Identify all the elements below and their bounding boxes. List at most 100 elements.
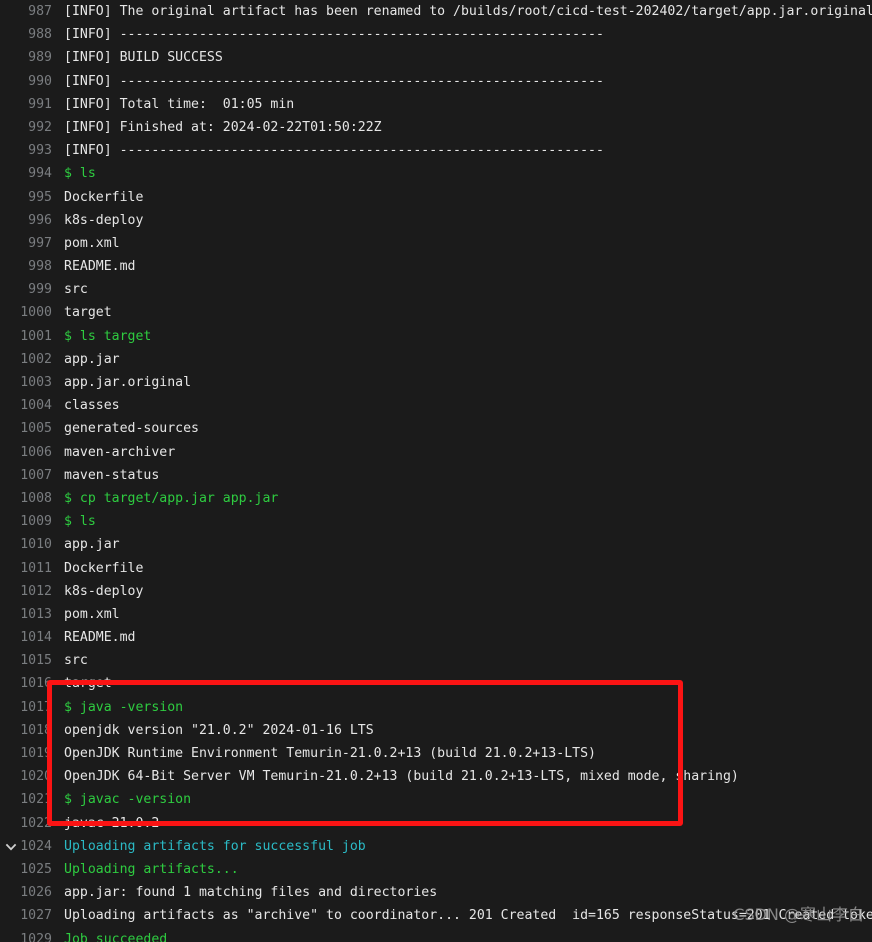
line-number: 1019 bbox=[20, 746, 52, 761]
log-line-text: $ java -version bbox=[64, 699, 184, 715]
line-number: 1022 bbox=[20, 815, 52, 831]
log-line-text: src bbox=[64, 653, 88, 669]
log-line-text: app.jar bbox=[64, 351, 120, 367]
line-number: 989 bbox=[28, 50, 52, 66]
line-number: 992 bbox=[28, 119, 52, 135]
log-line: 1011 Dockerfile bbox=[0, 557, 872, 580]
log-line: 1008 $ cp target/app.jar app.jar bbox=[0, 487, 872, 510]
log-line-text: src bbox=[64, 282, 88, 298]
log-line: 995 Dockerfile bbox=[0, 186, 872, 209]
line-number: 988 bbox=[28, 27, 52, 43]
log-line: 1025 Uploading artifacts... bbox=[0, 858, 872, 881]
line-number: 997 bbox=[28, 235, 52, 251]
line-number: 1009 bbox=[20, 514, 52, 530]
log-line: 1015 src bbox=[0, 649, 872, 672]
line-number: 1026 bbox=[20, 885, 52, 901]
line-number: 1012 bbox=[20, 583, 52, 599]
line-number: 1000 bbox=[20, 305, 52, 321]
log-line: 988 [INFO] ------------------------------… bbox=[0, 23, 872, 46]
log-line-text: $ cp target/app.jar app.jar bbox=[64, 490, 279, 506]
log-line-text: $ javac -version bbox=[64, 792, 192, 808]
line-number: 999 bbox=[28, 282, 52, 298]
line-number: 1002 bbox=[20, 351, 52, 367]
log-line: 1013 pom.xml bbox=[0, 603, 872, 626]
log-line: 1001 $ ls target bbox=[0, 325, 872, 348]
line-number: 993 bbox=[28, 143, 52, 159]
log-line: 987 [INFO] The original artifact has been… bbox=[0, 0, 872, 23]
line-number: 991 bbox=[28, 96, 52, 112]
log-line: 996 k8s-deploy bbox=[0, 209, 872, 232]
log-line-text: javac 21.0.2 bbox=[64, 815, 160, 831]
log-line-text: app.jar bbox=[64, 537, 120, 553]
line-number: 1008 bbox=[20, 490, 52, 506]
log-line: 1012 k8s-deploy bbox=[0, 580, 872, 603]
log-line: 1027 Uploading artifacts as "archive" to … bbox=[0, 904, 872, 927]
log-line-text: [INFO] The original artifact has been re… bbox=[64, 4, 872, 19]
log-line-text: openjdk version "21.0.2" 2024-01-16 LTS bbox=[64, 722, 374, 738]
log-line-text: [INFO] Total time: 01:05 min bbox=[64, 96, 295, 112]
log-line-text: [INFO] Finished at: 2024-02-22T01:50:22Z bbox=[64, 119, 382, 135]
log-line: 992 [INFO] Finished at: 2024-02-22T01:50:… bbox=[0, 116, 872, 139]
log-line: 998 README.md bbox=[0, 255, 872, 278]
log-line-text: $ ls bbox=[64, 514, 96, 530]
log-line: 1010 app.jar bbox=[0, 533, 872, 556]
log-line-text: [INFO] BUILD SUCCESS bbox=[64, 50, 223, 66]
line-number: 1004 bbox=[20, 398, 52, 414]
log-line: 989 [INFO] BUILD SUCCESS bbox=[0, 46, 872, 69]
log-line-text: k8s-deploy bbox=[64, 583, 144, 599]
log-line-text: target bbox=[64, 676, 112, 692]
job-log-viewer[interactable]: 987 [INFO] The original artifact has been… bbox=[0, 0, 872, 942]
log-line-text: target bbox=[64, 305, 112, 321]
log-line: 1026 app.jar: found 1 matching files and … bbox=[0, 881, 872, 904]
log-line: 999 src bbox=[0, 278, 872, 301]
log-line: 991 [INFO] Total time: 01:05 min bbox=[0, 93, 872, 116]
log-line: 1017 $ java -version bbox=[0, 696, 872, 719]
log-line: 1014 README.md bbox=[0, 626, 872, 649]
log-line: 1019 OpenJDK Runtime Environment Temurin-… bbox=[0, 742, 872, 765]
log-line-text: classes bbox=[64, 398, 120, 414]
log-line-text: pom.xml bbox=[64, 606, 120, 622]
line-number: 1013 bbox=[20, 606, 52, 622]
log-line-text: OpenJDK 64-Bit Server VM Temurin-21.0.2+… bbox=[64, 769, 739, 785]
log-line: 1029 Job succeeded bbox=[0, 928, 872, 942]
log-line-text: app.jar.original bbox=[64, 375, 192, 390]
line-number: 1003 bbox=[20, 375, 52, 390]
log-line-text: Uploading artifacts for successful job bbox=[64, 838, 366, 854]
log-line-text: Uploading artifacts... bbox=[64, 861, 239, 877]
log-line-text: README.md bbox=[64, 259, 136, 275]
line-number: 1005 bbox=[20, 421, 52, 437]
log-line: 1018 openjdk version "21.0.2" 2024-01-16 … bbox=[0, 719, 872, 742]
line-number: 1011 bbox=[20, 560, 52, 576]
log-line: 1024 Uploading artifacts for successful j… bbox=[0, 835, 872, 858]
line-number: 996 bbox=[28, 212, 52, 228]
line-number: 1006 bbox=[20, 444, 52, 460]
log-line: 993 [INFO] ------------------------------… bbox=[0, 139, 872, 162]
log-line: 1016 target bbox=[0, 672, 872, 695]
line-number: 1010 bbox=[20, 537, 52, 553]
log-line-text: maven-status bbox=[64, 467, 160, 483]
line-number: 1025 bbox=[20, 861, 52, 877]
line-number: 1016 bbox=[20, 676, 52, 692]
log-line-text: pom.xml bbox=[64, 235, 120, 251]
log-line-text: Job succeeded bbox=[64, 931, 168, 942]
log-line: 1022 javac 21.0.2 bbox=[0, 812, 872, 835]
line-number: 998 bbox=[28, 259, 52, 275]
line-number: 1020 bbox=[20, 769, 52, 785]
log-line-text: [INFO] ---------------------------------… bbox=[64, 27, 604, 43]
log-line-text: Dockerfile bbox=[64, 189, 144, 205]
line-number: 1024 bbox=[20, 838, 52, 854]
line-number: 990 bbox=[28, 73, 52, 89]
line-number: 995 bbox=[28, 189, 52, 205]
log-line: 994 $ ls bbox=[0, 162, 872, 185]
log-line-text: $ ls target bbox=[64, 328, 152, 344]
log-line-text: $ ls bbox=[64, 166, 96, 182]
line-number: 1021 bbox=[20, 792, 52, 808]
log-line: 1009 $ ls bbox=[0, 510, 872, 533]
log-line-text: app.jar: found 1 matching files and dire… bbox=[64, 885, 438, 901]
line-number: 1029 bbox=[20, 931, 52, 942]
log-line-list: 987 [INFO] The original artifact has been… bbox=[0, 0, 872, 942]
log-line: 1000 target bbox=[0, 301, 872, 324]
line-number: 1015 bbox=[20, 653, 52, 669]
log-line: 1005 generated-sources bbox=[0, 417, 872, 440]
log-line-text: k8s-deploy bbox=[64, 212, 144, 228]
